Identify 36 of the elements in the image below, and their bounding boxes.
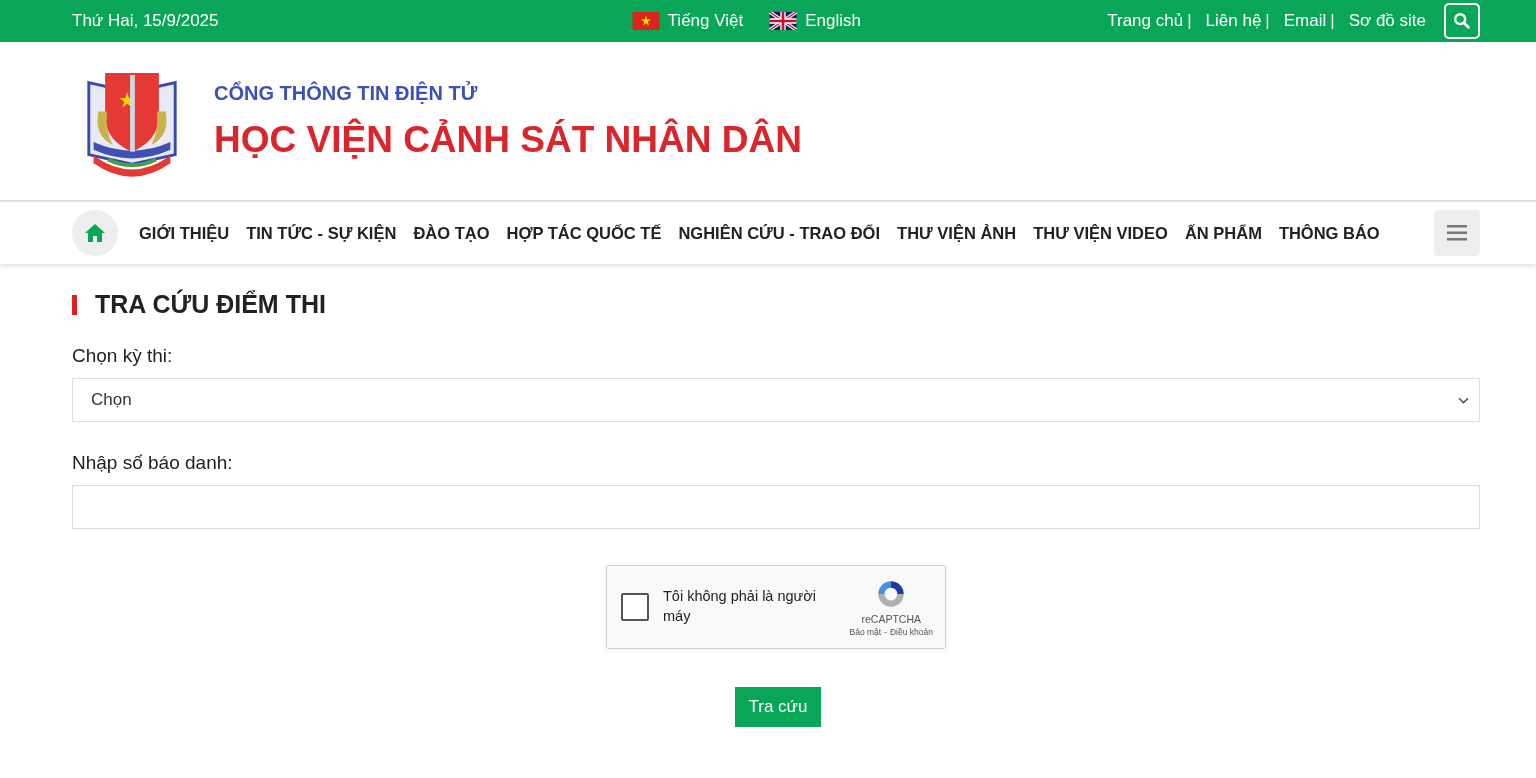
terms-separator: -: [884, 627, 887, 637]
candidate-number-field[interactable]: [72, 485, 1480, 529]
nav-item[interactable]: ĐÀO TẠO: [413, 223, 490, 243]
field-label: Nhập số báo danh:: [72, 452, 234, 474]
recaptcha-label: reCAPTCHA: [861, 613, 921, 625]
date-text: Thứ Hai, 15/9/2025: [72, 11, 220, 31]
link-separator: |: [1187, 11, 1192, 31]
search-button[interactable]: [1444, 3, 1480, 39]
search-icon: [1453, 12, 1471, 30]
nav-item[interactable]: THƯ VIỆN VIDEO: [1033, 223, 1168, 243]
nav-item[interactable]: GIỚI THIỆU: [139, 223, 230, 243]
menu-icon: [1447, 225, 1467, 241]
nav-item[interactable]: ẤN PHẨM: [1184, 223, 1262, 243]
nav-item[interactable]: HỢP TÁC QUỐC TẾ: [506, 223, 662, 243]
nav-item[interactable]: THƯ VIỆN ẢNH: [897, 223, 1017, 243]
flag-icon: [769, 12, 798, 30]
captcha-label: Tôi không phải là người máy: [663, 587, 818, 626]
terms-link[interactable]: Điều khoản: [890, 627, 933, 637]
privacy-link[interactable]: Bảo mật: [849, 627, 882, 637]
link-separator: |: [1330, 11, 1335, 31]
home-icon: [83, 221, 107, 245]
page-heading: TRA CỨU ĐIỂM THI: [95, 290, 326, 319]
field-label: Chọn kỳ thi:: [72, 345, 174, 367]
nav-item[interactable]: NGHIÊN CỨU - TRAO ĐỔI: [678, 223, 881, 243]
nav-item[interactable]: THÔNG BÁO: [1278, 223, 1380, 243]
link-separator: |: [1265, 11, 1270, 31]
institution-title: HỌC VIỆN CẢNH SÁT NHÂN DÂN: [214, 118, 802, 161]
captcha-checkbox[interactable]: [621, 593, 649, 621]
home-button[interactable]: [72, 210, 118, 256]
portal-subtitle: CỔNG THÔNG TIN ĐIỆN TỬ: [214, 81, 479, 105]
chevron-down-icon: [1458, 396, 1469, 404]
nav-item[interactable]: TIN TỨC - SỰ KIỆN: [246, 223, 397, 243]
heading-marker: [72, 294, 77, 315]
flag-icon: [631, 12, 660, 30]
menu-button[interactable]: [1434, 210, 1480, 256]
exam-select[interactable]: Chọn: [72, 378, 1480, 422]
